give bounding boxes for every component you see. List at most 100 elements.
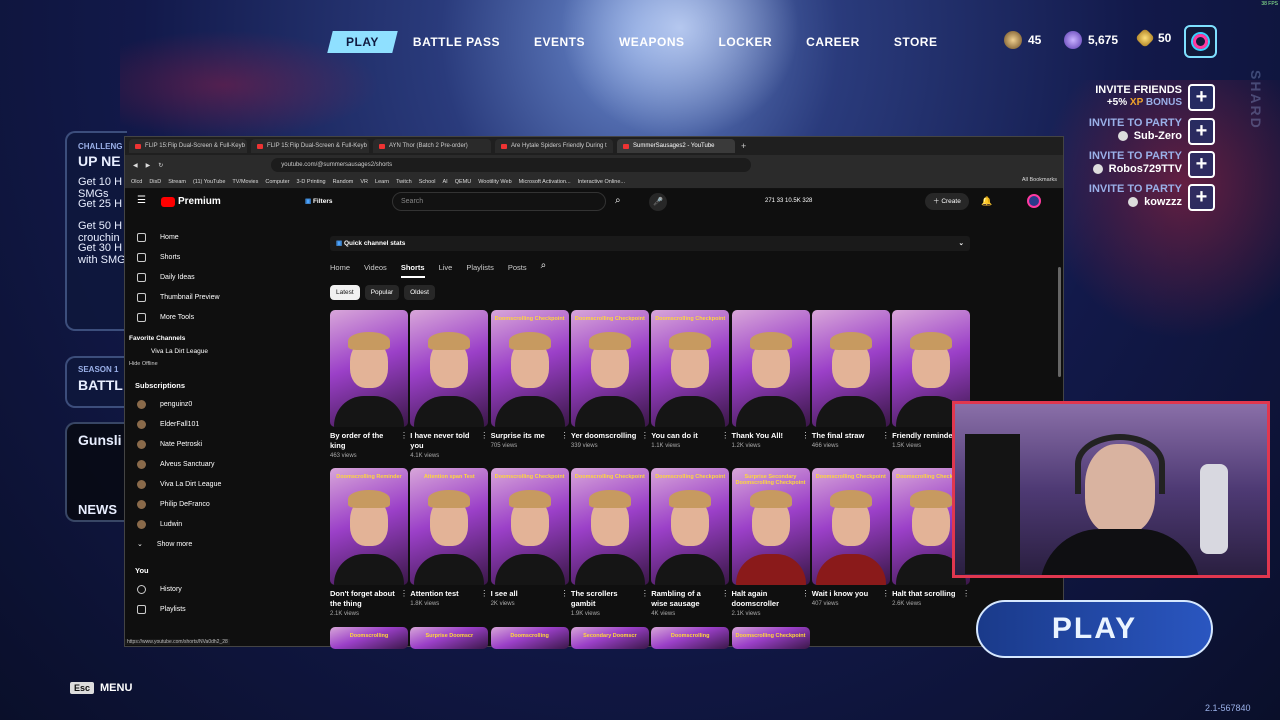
invite-to-party-button[interactable]: + <box>1188 118 1215 145</box>
challenge-item[interactable]: Get 10 H SMGs <box>78 176 126 200</box>
sort-chip-popular[interactable]: Popular <box>364 285 400 300</box>
short-card[interactable]: Doomscrolling Checkpoint The scrollers ga… <box>570 468 649 617</box>
bookmark-item[interactable]: AI <box>443 179 448 185</box>
youtube-logo[interactable]: Premium <box>161 196 221 207</box>
more-options-icon[interactable]: ⋮ <box>802 589 810 598</box>
bookmark-item[interactable]: Olcd <box>131 179 142 185</box>
back-icon[interactable]: ◀ <box>133 162 138 169</box>
subscription-item[interactable]: Philip DeFranco <box>125 494 241 514</box>
short-thumbnail[interactable]: Surprise Doomscr <box>410 627 489 649</box>
short-thumbnail[interactable]: Doomscrolling Checkpoint <box>490 310 569 427</box>
sidebar-item-history[interactable]: History <box>125 579 241 599</box>
short-title[interactable]: The final straw <box>812 431 878 441</box>
more-options-icon[interactable]: ⋮ <box>480 431 488 440</box>
browser-tab[interactable]: Are Hytale Spiders Friendly During t <box>495 139 613 153</box>
bookmark-item[interactable]: Twitch <box>396 179 412 185</box>
short-title[interactable]: You can do it <box>651 431 717 441</box>
tab-shorts[interactable]: Shorts <box>400 263 425 278</box>
browser-tab[interactable]: FLIP 15:Flip Dual-Screen & Full-Keyb <box>129 139 247 153</box>
account-avatar[interactable] <box>1027 194 1041 208</box>
notifications-icon[interactable]: 🔔 <box>981 196 992 207</box>
subscription-item[interactable]: Ludwin <box>125 514 241 534</box>
challenge-item[interactable]: Get 30 H with SMG <box>78 242 126 266</box>
bookmark-item[interactable]: DisD <box>149 179 161 185</box>
short-card[interactable]: Doomscrolling Checkpoint You can do it 1.1… <box>651 310 730 449</box>
hide-offline-toggle[interactable]: Hide Offline <box>125 355 241 367</box>
short-card[interactable]: Surprise Secondary Doomscrolling Checkpo… <box>731 468 810 617</box>
short-thumbnail[interactable] <box>811 310 890 427</box>
sidebar-item-shorts[interactable]: Shorts <box>125 247 241 267</box>
short-card[interactable]: Thank You All! 1.2K views ⋮ <box>731 310 810 449</box>
more-options-icon[interactable]: ⋮ <box>400 589 408 598</box>
sidebar-item-more-tools[interactable]: More Tools <box>125 307 241 327</box>
play-button[interactable]: PLAY <box>976 600 1213 658</box>
short-card[interactable]: Attention span Test Attention test 1.8K vi… <box>410 468 489 607</box>
sidebar-item-home[interactable]: Home <box>125 227 241 247</box>
short-thumbnail[interactable]: Doomscrolling Checkpoint <box>570 310 649 427</box>
bookmark-item[interactable]: Computer <box>265 179 289 185</box>
browser-tab[interactable]: SummerSausages2 - YouTube <box>617 139 735 153</box>
short-thumbnail[interactable] <box>410 310 489 427</box>
forward-icon[interactable]: ▶ <box>146 162 151 169</box>
bookmark-item[interactable]: TV/Movies <box>232 179 258 185</box>
short-card[interactable]: I have never told you 4.1K views ⋮ <box>410 310 489 459</box>
create-button[interactable]: ＋ Create <box>925 193 969 210</box>
nav-battle-pass[interactable]: BATTLE PASS <box>397 31 516 53</box>
tab-live[interactable]: Live <box>439 263 453 278</box>
invite-friends-button[interactable]: + <box>1188 84 1215 111</box>
reload-icon[interactable]: ↻ <box>158 162 163 169</box>
bookmark-item[interactable]: Stream <box>168 179 186 185</box>
profile-avatar-button[interactable] <box>1184 25 1217 58</box>
subscription-item[interactable]: penguinz0 <box>125 394 241 414</box>
short-thumbnail[interactable]: Doomscrolling Checkpoint <box>811 468 890 585</box>
tab-posts[interactable]: Posts <box>508 263 527 278</box>
short-thumbnail[interactable]: Secondary Doomscr <box>570 627 649 649</box>
favorite-channel[interactable]: Viva La Dirt League <box>125 342 241 355</box>
bookmark-item[interactable]: Interactive Online... <box>578 179 625 185</box>
more-options-icon[interactable]: ⋮ <box>721 589 729 598</box>
sort-chip-oldest[interactable]: Oldest <box>404 285 435 300</box>
mic-icon[interactable]: 🎤 <box>649 193 667 211</box>
short-title[interactable]: Halt again doomscroller <box>732 589 798 609</box>
short-thumbnail[interactable] <box>731 310 810 427</box>
search-input[interactable]: Search <box>392 192 606 211</box>
short-thumbnail[interactable] <box>330 310 408 427</box>
more-options-icon[interactable]: ⋮ <box>561 431 569 440</box>
address-bar[interactable]: youtube.com/@summersausages2/shorts <box>271 158 752 172</box>
short-title[interactable]: Surprise its me <box>491 431 557 441</box>
short-title[interactable]: I have never told you <box>410 431 476 451</box>
filters-button[interactable]: ▣ Filters <box>305 197 332 205</box>
short-title[interactable]: By order of the king <box>330 431 396 451</box>
short-card[interactable]: Doomscrolling Checkpoint Surprise its me 7… <box>490 310 569 449</box>
nav-career[interactable]: CAREER <box>790 31 876 53</box>
esc-menu-hint[interactable]: Esc MENU <box>70 682 132 694</box>
short-card[interactable]: Doomscrolling Reminder Don't forget about… <box>330 468 408 617</box>
short-card[interactable]: Doomscrolling Checkpoint Rambling of a wi… <box>651 468 730 617</box>
short-title[interactable]: Rambling of a wise sausage <box>651 589 717 609</box>
sidebar-item-playlists[interactable]: Playlists <box>125 599 241 619</box>
tab-home[interactable]: Home <box>330 263 350 278</box>
short-thumbnail[interactable]: Doomscrolling <box>490 627 569 649</box>
short-thumbnail[interactable]: Doomscrolling Checkpoint <box>731 627 810 649</box>
challenge-item[interactable]: Get 50 H crouchin <box>78 220 126 244</box>
subscription-item[interactable]: Alveus Sanctuary <box>125 454 241 474</box>
bookmark-item[interactable]: (11) YouTube <box>193 179 225 185</box>
bookmark-item[interactable]: School <box>419 179 436 185</box>
short-title[interactable]: Thank You All! <box>732 431 798 441</box>
short-thumbnail[interactable]: Doomscrolling Reminder <box>330 468 408 585</box>
subscriptions-header[interactable]: Subscriptions <box>125 367 241 394</box>
short-title[interactable]: Attention test <box>410 589 476 599</box>
nav-weapons[interactable]: WEAPONS <box>603 31 701 53</box>
bookmark-item[interactable]: Microsoft Activation... <box>519 179 571 185</box>
more-options-icon[interactable]: ⋮ <box>802 431 810 440</box>
browser-tab[interactable]: AYN Thor (Batch 2 Pre-order) <box>373 139 491 153</box>
bookmark-item[interactable]: Wootility Web <box>478 179 511 185</box>
short-card[interactable]: Doomscrolling Checkpoint Yer doomscrollin… <box>570 310 649 449</box>
short-title[interactable]: Friendly reminder <box>892 431 958 441</box>
menu-icon[interactable]: ☰ <box>137 195 146 206</box>
short-title[interactable]: Yer doomscrolling <box>571 431 637 441</box>
all-bookmarks[interactable]: All Bookmarks <box>1022 177 1057 183</box>
new-tab-icon[interactable]: + <box>741 141 746 151</box>
subscription-item[interactable]: Nate Petroski <box>125 434 241 454</box>
short-thumbnail[interactable]: Doomscrolling Checkpoint <box>651 310 730 427</box>
